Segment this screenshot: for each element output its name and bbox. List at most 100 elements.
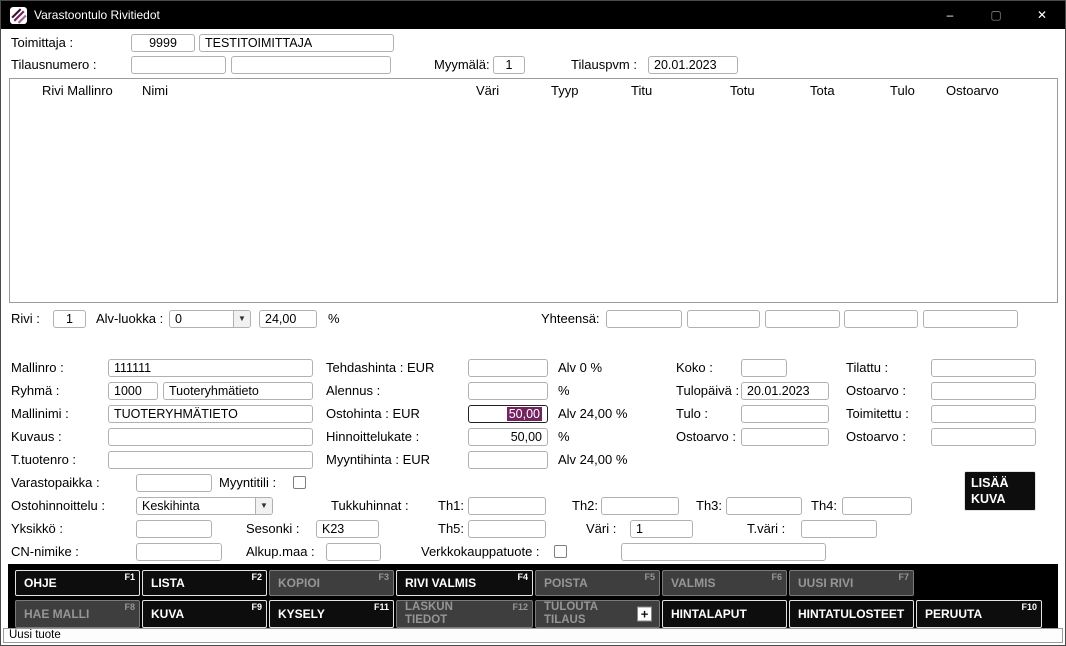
tilausnumero-field-2[interactable] <box>231 56 391 74</box>
kuvaus-field[interactable] <box>108 428 313 446</box>
tilattu-label: Tilattu : <box>846 359 888 377</box>
button-label: HINTATULOSTEET <box>798 607 904 621</box>
th1-field[interactable] <box>468 497 546 515</box>
minimize-icon[interactable]: – <box>927 1 973 29</box>
yhteensa-field-5[interactable] <box>923 310 1018 328</box>
tulopaiva-field[interactable]: 20.01.2023 <box>741 382 829 400</box>
tehdashinta-field[interactable] <box>468 359 548 377</box>
ostohinnoittelu-value: Keskihinta <box>142 499 200 513</box>
table-column-header: Nimi <box>142 83 168 98</box>
ryhma-name-field[interactable]: Tuoteryhmätieto <box>163 382 313 400</box>
table-column-header: Tota <box>810 83 835 98</box>
fkey-label: F9 <box>251 602 262 612</box>
kuva-button[interactable]: KUVAF9 <box>142 600 267 628</box>
alennus-field[interactable] <box>468 382 548 400</box>
tilausnumero-field-1[interactable] <box>131 56 226 74</box>
rivi-valmis-button[interactable]: RIVI VALMISF4 <box>396 570 533 596</box>
ostoarvo-mid-field[interactable] <box>741 428 829 446</box>
mallinro-field[interactable]: 111111 <box>108 359 313 377</box>
yhteensa-field-3[interactable] <box>765 310 840 328</box>
laskun-tiedot-button: LASKUN TIEDOTF12 <box>396 600 533 628</box>
koko-field[interactable] <box>741 359 787 377</box>
myyntitili-checkbox[interactable] <box>293 476 306 489</box>
varastopaikka-field[interactable] <box>136 474 212 492</box>
kysely-button[interactable]: KYSELYF11 <box>269 600 394 628</box>
tilattu-ostoarvo-field[interactable] <box>931 382 1036 400</box>
toimitettu-ostoarvo-field[interactable] <box>931 428 1036 446</box>
alkup-maa-field[interactable] <box>326 543 381 561</box>
mallinimi-label: Mallinimi : <box>11 405 69 423</box>
button-label: POISTA <box>544 576 588 590</box>
alv-prosentti-field[interactable]: 24,00 <box>259 310 317 328</box>
kuvaus-label: Kuvaus : <box>11 428 62 446</box>
myymala-field[interactable]: 1 <box>493 56 525 74</box>
verkkokauppatuote-checkbox[interactable] <box>554 545 567 558</box>
toimitettu-field[interactable] <box>931 405 1036 423</box>
fkey-label: F3 <box>378 572 389 582</box>
ostohinta-field[interactable]: 50,00 <box>468 405 548 423</box>
myyntihinta-label: Myyntihinta : EUR <box>326 451 430 469</box>
t-vari-field[interactable] <box>801 520 877 538</box>
yksikko-field[interactable] <box>136 520 212 538</box>
table-column-header: Rivi Mallinro <box>42 83 113 98</box>
tilattu-field[interactable] <box>931 359 1036 377</box>
ryhma-code-field[interactable]: 1000 <box>108 382 158 400</box>
hinnoittelukate-percent-label: % <box>558 428 570 446</box>
th3-field[interactable] <box>726 497 802 515</box>
t-tuotenro-label: T.tuotenro : <box>11 451 76 469</box>
chevron-down-icon[interactable]: ▼ <box>255 498 272 514</box>
ohje-button[interactable]: OHJEF1 <box>15 570 140 596</box>
title-bar: Varastoontulo Rivitiedot – ▢ ✕ <box>1 1 1065 29</box>
hinnoittelukate-field[interactable]: 50,00 <box>468 428 548 446</box>
th2-field[interactable] <box>601 497 679 515</box>
status-text: Uusi tuote <box>9 629 61 641</box>
th2-label: Th2: <box>572 497 598 515</box>
vari-field[interactable]: 1 <box>630 520 693 538</box>
ostohinnoittelu-select[interactable]: Keskihinta ▼ <box>136 497 273 515</box>
lista-button[interactable]: LISTAF2 <box>142 570 267 596</box>
lisaa-kuva-button[interactable]: LISÄÄ KUVA <box>964 471 1036 511</box>
toimittaja-code-field[interactable]: 9999 <box>131 34 195 52</box>
button-label: LISTA <box>151 576 185 590</box>
varastopaikka-label: Varastopaikka : <box>11 474 100 492</box>
alv-luokka-select[interactable]: 0 ▼ <box>169 310 251 328</box>
maximize-icon[interactable]: ▢ <box>973 1 1019 29</box>
th4-field[interactable] <box>842 497 912 515</box>
window-controls: – ▢ ✕ <box>927 1 1065 29</box>
th5-field[interactable] <box>468 520 546 538</box>
verkkokauppatuote-label: Verkkokauppatuote : <box>421 543 540 561</box>
tilauspvm-field[interactable]: 20.01.2023 <box>648 56 738 74</box>
plus-icon[interactable]: + <box>637 607 652 622</box>
cn-nimike-label: CN-nimike : <box>11 543 79 561</box>
myyntihinta-alv-label: Alv 24,00 % <box>558 451 627 469</box>
window: Varastoontulo Rivitiedot – ▢ ✕ Toimittaj… <box>0 0 1066 646</box>
hintatulosteet-button[interactable]: HINTATULOSTEET <box>789 600 914 628</box>
rivi-field[interactable]: 1 <box>53 310 86 328</box>
yhteensa-label: Yhteensä: <box>541 310 600 328</box>
yhteensa-field-1[interactable] <box>606 310 682 328</box>
myyntihinta-field[interactable] <box>468 451 548 469</box>
ostohinta-label: Ostohinta : EUR <box>326 405 420 423</box>
peruuta-button[interactable]: PERUUTAF10 <box>916 600 1042 628</box>
ostohinta-alv-label: Alv 24,00 % <box>558 405 627 423</box>
tehdashinta-label: Tehdashinta : EUR <box>326 359 434 377</box>
sesonki-field[interactable]: K23 <box>316 520 379 538</box>
toimittaja-name-field[interactable]: TESTITOIMITTAJA <box>199 34 394 52</box>
function-button-strip: OHJEF1 LISTAF2 KOPIOIF3 RIVI VALMISF4 PO… <box>8 564 1058 631</box>
hintalaput-button[interactable]: HINTALAPUT <box>662 600 787 628</box>
vari-label: Väri : <box>586 520 616 538</box>
t-tuotenro-field[interactable] <box>108 451 313 469</box>
close-icon[interactable]: ✕ <box>1019 1 1065 29</box>
th4-label: Th4: <box>811 497 837 515</box>
verkkokauppa-field[interactable] <box>621 543 826 561</box>
chevron-down-icon[interactable]: ▼ <box>233 311 250 327</box>
tulopaiva-label: Tulopäivä : <box>676 382 739 400</box>
yhteensa-field-2[interactable] <box>687 310 760 328</box>
yhteensa-field-4[interactable] <box>844 310 918 328</box>
cn-nimike-field[interactable] <box>136 543 222 561</box>
fkey-label: F7 <box>898 572 909 582</box>
button-label: HAE MALLI <box>24 607 89 621</box>
toimitettu-ostoarvo-label: Ostoarvo : <box>846 428 906 446</box>
mallinimi-field[interactable]: TUOTERYHMÄTIETO <box>108 405 313 423</box>
tulo-field[interactable] <box>741 405 829 423</box>
